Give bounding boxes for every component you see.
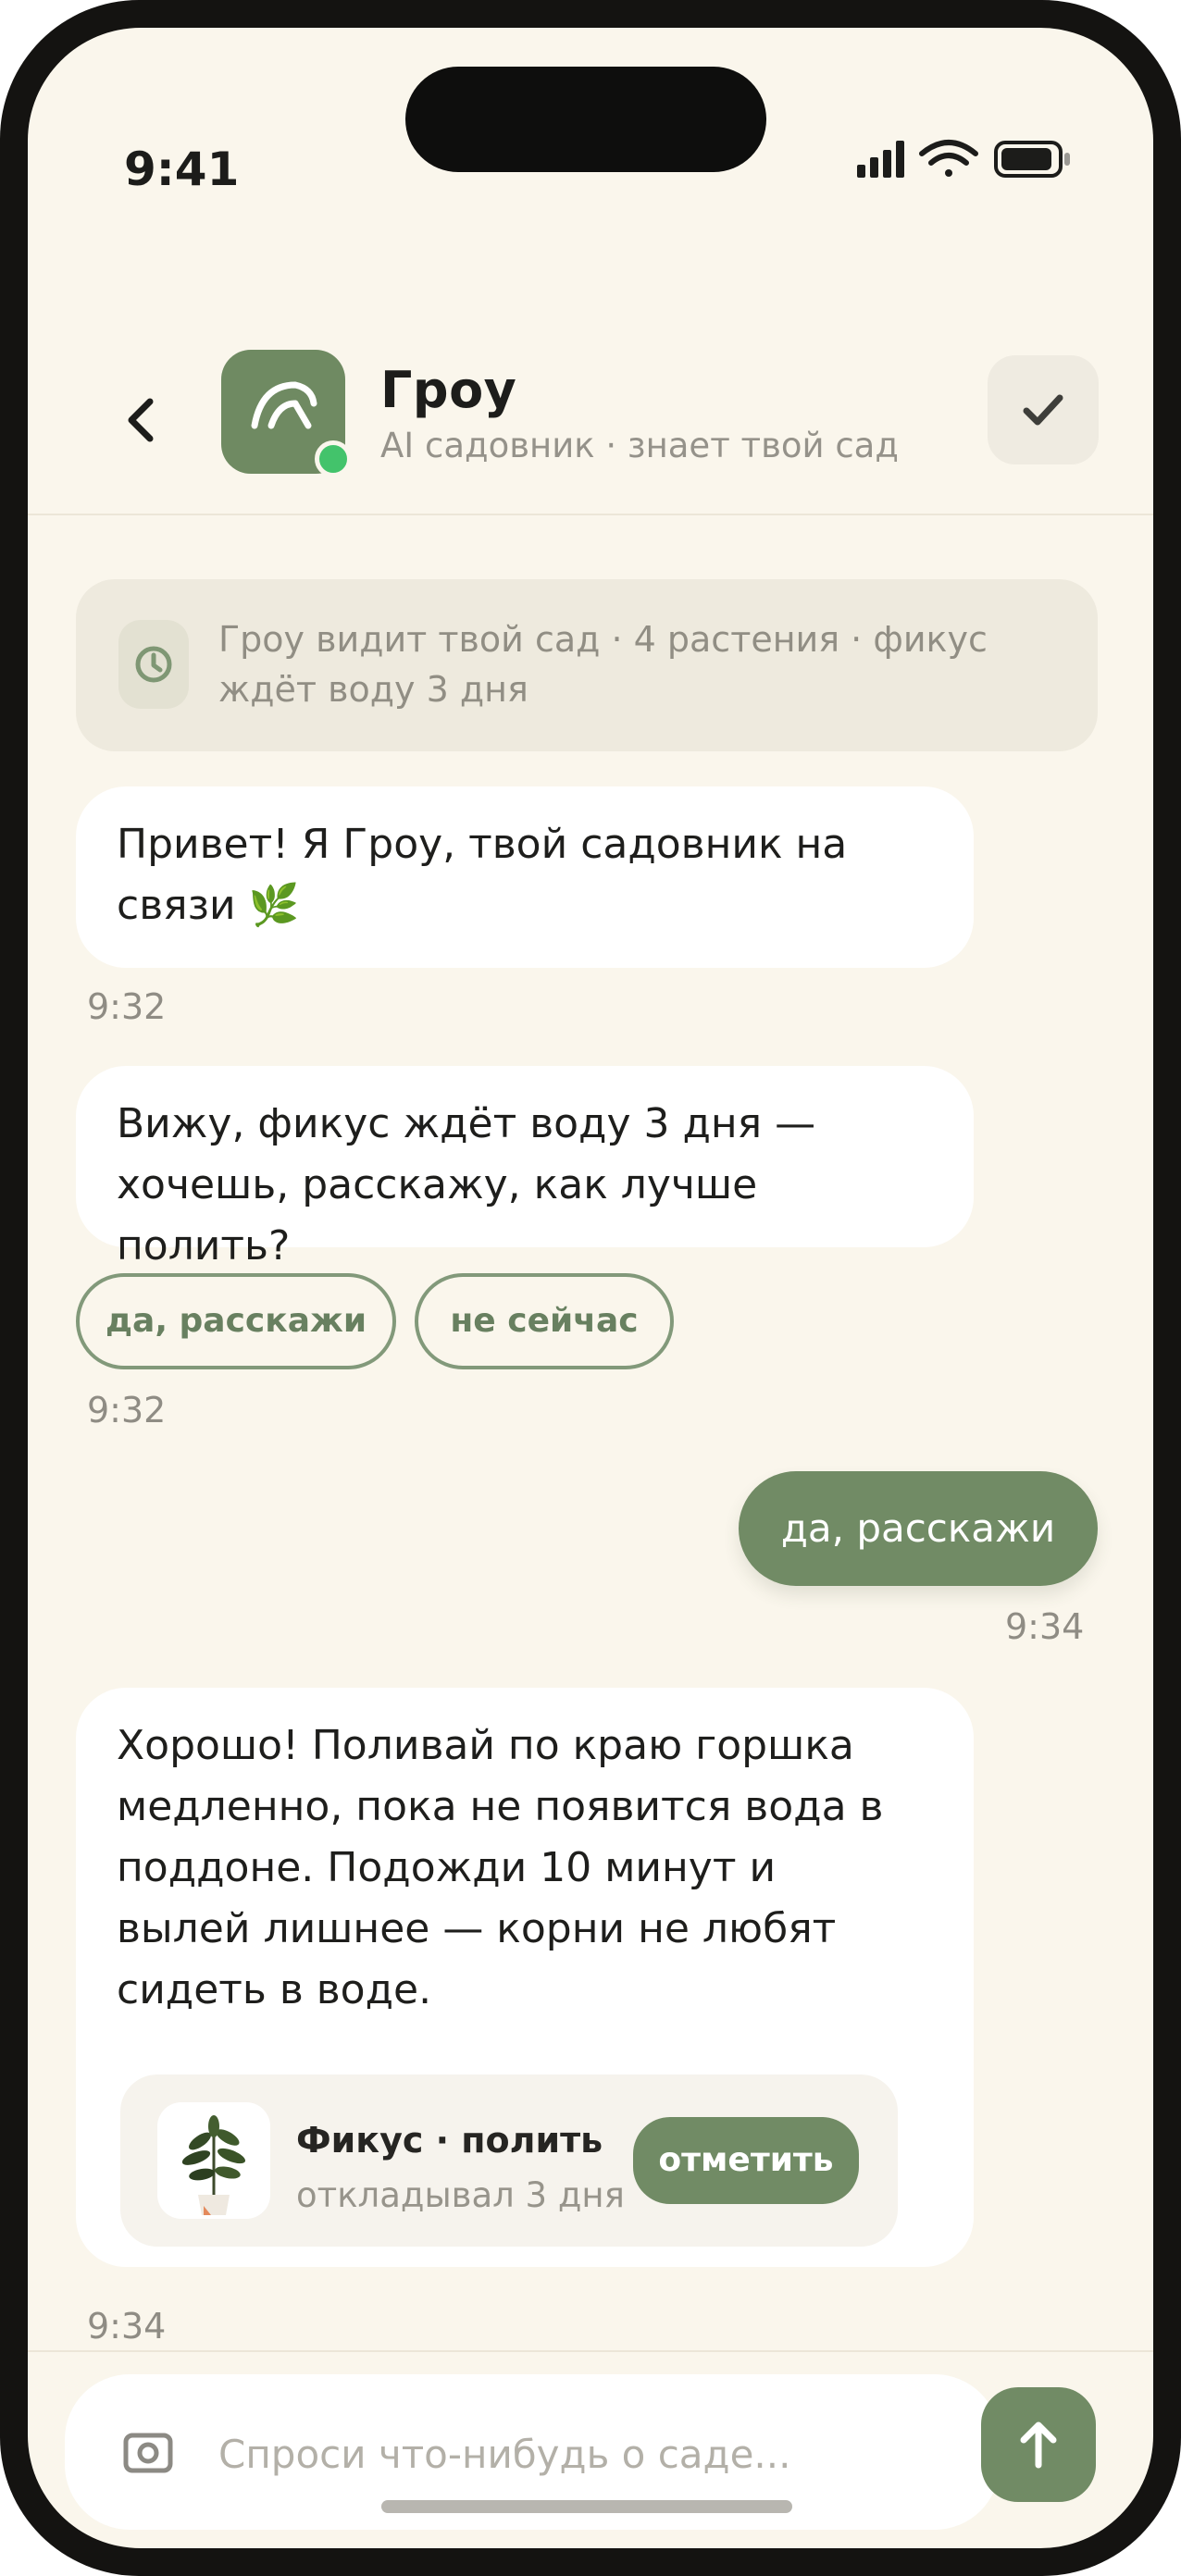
back-button[interactable] bbox=[106, 383, 180, 457]
send-button[interactable] bbox=[981, 2387, 1096, 2502]
status-icons bbox=[826, 128, 1085, 183]
header-divider bbox=[28, 514, 1153, 515]
quick-reply-not-now[interactable]: не сейчас bbox=[415, 1273, 674, 1369]
message-time: 9:34 bbox=[87, 2306, 167, 2347]
clock-icon bbox=[135, 646, 172, 683]
composer-divider bbox=[28, 2350, 1153, 2352]
bot-message-bubble: Вижу, фикус ждёт воду 3 дня — хочешь, ра… bbox=[76, 1066, 974, 1269]
mark-done-button[interactable]: отметить bbox=[633, 2117, 859, 2204]
plant-task-card: Фикус · полить откладывал 3 дня отметить bbox=[120, 2074, 898, 2247]
task-title: Фикус · полить bbox=[296, 2120, 603, 2161]
done-button[interactable] bbox=[988, 355, 1099, 464]
cellular-signal-icon bbox=[857, 141, 904, 178]
camera-icon[interactable] bbox=[122, 2426, 174, 2478]
message-input[interactable] bbox=[217, 2411, 961, 2496]
garden-context-card: Гроу видит твой сад · 4 растения · фикус… bbox=[76, 579, 1098, 751]
check-icon bbox=[1023, 394, 1063, 426]
assistant-subtitle: AI садовник · знает твой сад bbox=[380, 426, 899, 465]
bot-message-bubble: Привет! Я Гроу, твой садовник на связи 🌿 bbox=[76, 786, 974, 968]
chevron-left-icon bbox=[128, 398, 154, 442]
ficus-image bbox=[157, 2102, 270, 2219]
message-text: Хорошо! Поливай по краю горшка медленно,… bbox=[117, 1722, 884, 2013]
context-text: Гроу видит твой сад · 4 растения · фикус… bbox=[218, 619, 988, 710]
wifi-icon bbox=[919, 140, 978, 177]
home-indicator bbox=[381, 2500, 792, 2513]
context-icon-badge bbox=[118, 620, 189, 709]
quick-reply-yes[interactable]: да, расскажи bbox=[76, 1273, 396, 1369]
online-status-dot bbox=[315, 440, 352, 477]
bot-message-bubble: Хорошо! Поливай по краю горшка медленно,… bbox=[76, 1688, 974, 2267]
dynamic-island bbox=[405, 67, 766, 172]
message-time: 9:32 bbox=[87, 986, 167, 1027]
message-text: Вижу, фикус ждёт воду 3 дня — хочешь, ра… bbox=[117, 1100, 816, 1269]
ficus-plant-icon bbox=[181, 2115, 246, 2215]
assistant-name: Гроу bbox=[380, 361, 517, 419]
status-time: 9:41 bbox=[124, 142, 240, 196]
message-text: Привет! Я Гроу, твой садовник на связи 🌿 bbox=[117, 821, 848, 929]
phone-frame: 9:41 Гроу AI садовник · знает твой сад Г… bbox=[0, 0, 1181, 2576]
arrow-up-icon bbox=[1020, 2421, 1057, 2469]
message-time: 9:34 bbox=[1005, 1606, 1085, 1647]
battery-icon bbox=[994, 141, 1070, 178]
message-time: 9:32 bbox=[87, 1390, 167, 1430]
app-screen: 9:41 Гроу AI садовник · знает твой сад Г… bbox=[28, 28, 1153, 2548]
task-subtitle: откладывал 3 дня bbox=[296, 2175, 625, 2215]
user-message-bubble: да, расскажи bbox=[739, 1471, 1098, 1586]
